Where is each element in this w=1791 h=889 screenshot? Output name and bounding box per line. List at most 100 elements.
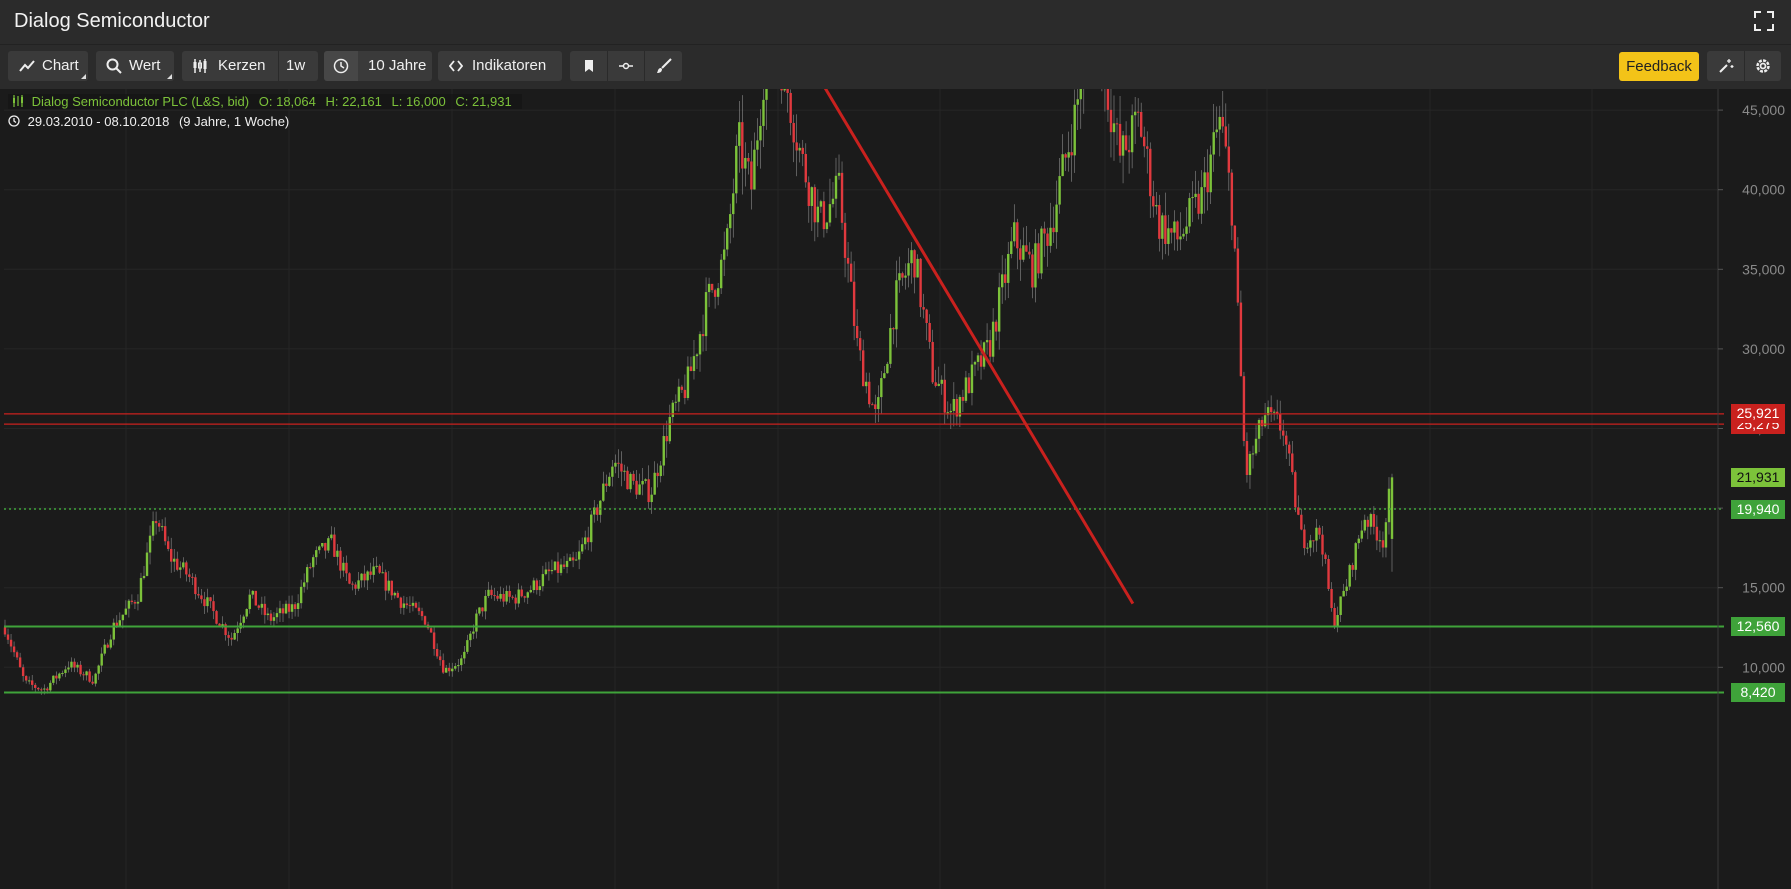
candle-up <box>1369 514 1373 527</box>
candle-up <box>142 575 146 579</box>
candle-up <box>1022 245 1025 260</box>
candle-down <box>130 600 134 602</box>
candle-up <box>732 193 735 215</box>
candle-up <box>674 401 678 403</box>
indicators-button[interactable]: Indikatoren <box>438 51 562 81</box>
trendline <box>823 89 1135 605</box>
date-range-text: 29.03.2010 - 08.10.2018 <box>27 114 170 129</box>
price-chart[interactable]: 10,00015,00020,00025,00030,00035,00040,0… <box>0 89 1791 889</box>
candle-up <box>991 321 995 357</box>
candle-down <box>354 584 357 589</box>
search-button[interactable]: Wert <box>96 51 174 81</box>
legend-close: C: 21,931 <box>455 94 512 109</box>
y-tick-label: 30,000 <box>1742 341 1785 357</box>
range-button[interactable]: 10 Jahre <box>368 51 426 81</box>
candle-down <box>1242 376 1246 442</box>
candle-up <box>475 613 478 632</box>
candle-up <box>1203 172 1206 188</box>
candle-up <box>1000 274 1004 288</box>
brush-icon[interactable] <box>656 58 672 74</box>
candle-up <box>532 580 536 591</box>
feedback-button[interactable]: Feedback <box>1619 52 1699 81</box>
candle-down <box>55 675 58 679</box>
candle-up <box>1339 596 1342 615</box>
search-button-label: Wert <box>129 57 161 74</box>
magic-wand-icon[interactable] <box>1718 58 1734 74</box>
candle-down <box>1143 136 1146 147</box>
candle-up <box>1185 226 1188 234</box>
candle-up <box>173 558 176 562</box>
candle-down <box>683 389 687 399</box>
candle-down <box>514 597 517 604</box>
candle-up <box>895 280 898 330</box>
candle-down <box>348 573 351 584</box>
candle-down <box>1115 123 1119 125</box>
candle-up <box>565 560 569 567</box>
candle-down <box>701 334 705 337</box>
candle-up <box>883 373 886 379</box>
candle-down <box>24 676 28 681</box>
candle-down <box>571 557 575 561</box>
gear-icon[interactable] <box>1754 57 1772 75</box>
candle-down <box>874 404 877 410</box>
candle-down <box>88 671 91 682</box>
candle-down <box>852 281 856 326</box>
candle-down <box>843 222 847 258</box>
candle-down <box>1028 251 1031 255</box>
candle-down <box>1124 135 1128 150</box>
candle-down <box>1291 453 1294 473</box>
candle-down <box>420 611 424 617</box>
candle-down <box>919 258 922 308</box>
candle-up <box>67 667 70 670</box>
candle-down <box>1230 172 1234 226</box>
candle-down <box>227 635 230 638</box>
y-tick-label: 15,000 <box>1742 580 1785 596</box>
candle-up <box>834 175 838 199</box>
candle-up <box>85 671 88 676</box>
code-brackets-icon <box>449 60 463 72</box>
candle-up <box>487 589 490 596</box>
candle-up <box>1360 530 1363 539</box>
candle-down <box>632 473 635 481</box>
candle-up <box>650 494 653 503</box>
candle-up <box>1079 89 1082 100</box>
candle-up <box>722 249 726 260</box>
candle-down <box>1025 245 1028 252</box>
candle-up <box>484 595 487 612</box>
candle-down <box>432 632 436 649</box>
candle-up <box>1200 187 1203 214</box>
candle-down <box>6 634 10 640</box>
candle-up <box>1055 204 1058 233</box>
candle-up <box>577 551 581 560</box>
candle-up <box>278 608 282 614</box>
candle-down <box>804 153 807 183</box>
candle-down <box>309 567 312 569</box>
candle-down <box>176 558 179 570</box>
drawing-tools-group <box>570 51 682 81</box>
candle-down <box>157 523 161 527</box>
horizontal-line-tool-icon[interactable] <box>618 59 634 73</box>
fullscreen-icon[interactable] <box>1753 10 1775 32</box>
candle-up <box>366 571 369 581</box>
candle-down <box>1381 540 1385 548</box>
range-clock-button[interactable] <box>324 51 358 81</box>
candle-up <box>357 580 360 589</box>
interval-button[interactable]: 1w <box>286 51 305 81</box>
candle-down <box>1285 435 1288 445</box>
candle-down <box>333 534 336 557</box>
candle-up <box>517 589 520 604</box>
bookmark-icon[interactable] <box>583 59 595 73</box>
chart-button[interactable]: Chart <box>8 51 88 81</box>
chart-type-button[interactable]: Kerzen <box>182 51 278 81</box>
candle-up <box>302 582 306 587</box>
candle-up <box>828 204 832 223</box>
candle-down <box>913 250 916 278</box>
candle-down <box>9 639 13 647</box>
candle-down <box>3 627 7 635</box>
candle-down <box>562 564 566 567</box>
clock-icon <box>8 115 20 127</box>
candle-up <box>118 620 122 626</box>
candle-up <box>602 483 605 501</box>
candle-up <box>112 622 115 640</box>
candle-up <box>698 334 702 355</box>
